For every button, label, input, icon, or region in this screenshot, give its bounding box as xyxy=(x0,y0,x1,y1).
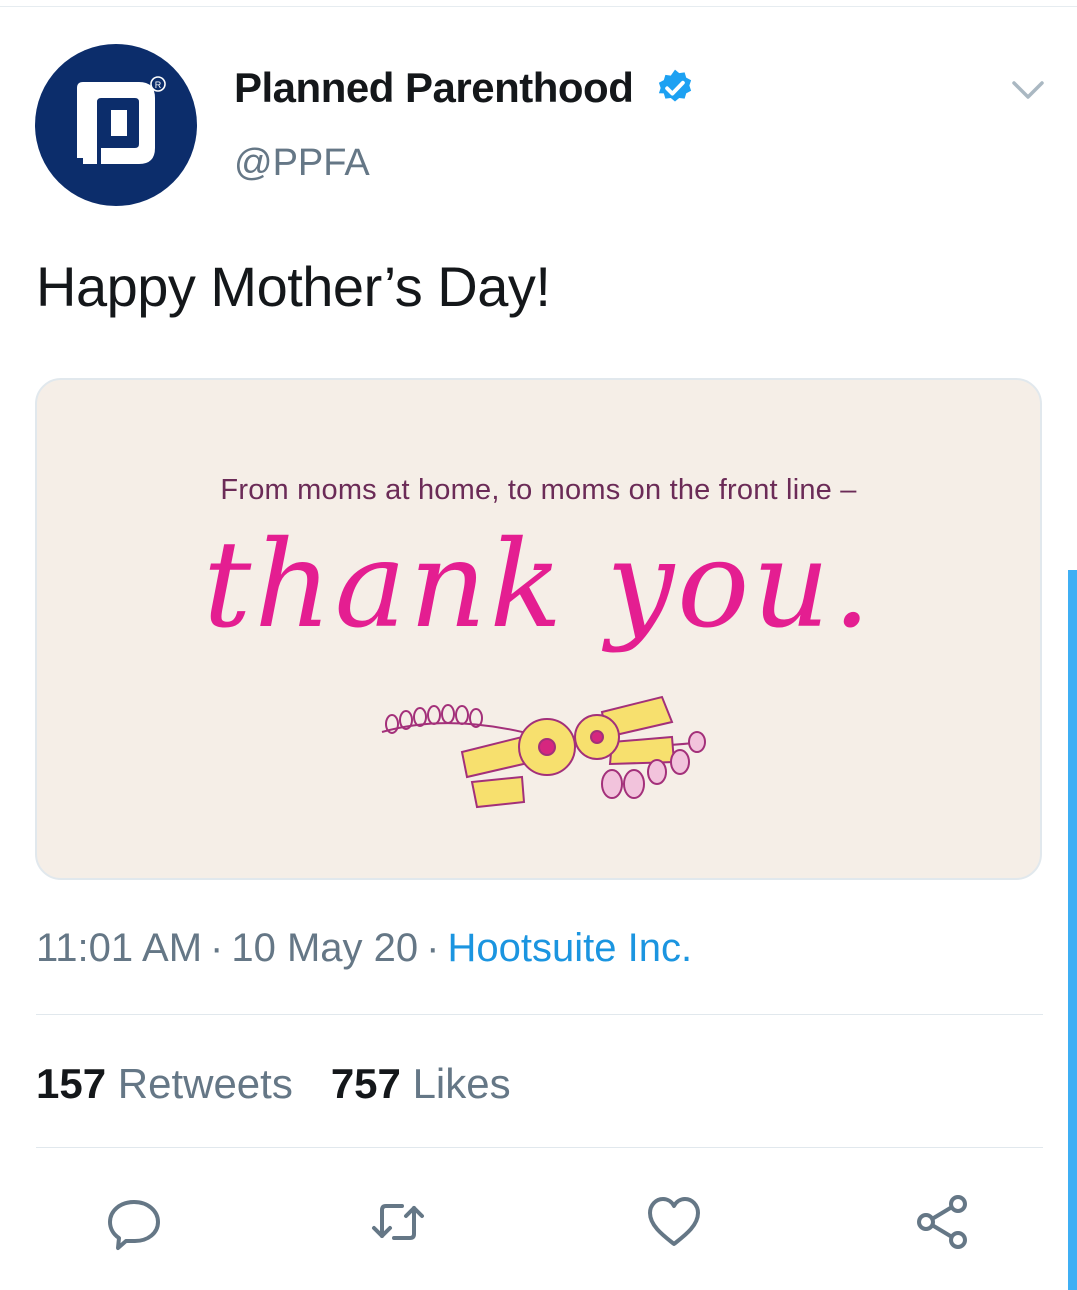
chevron-down-icon[interactable] xyxy=(1010,75,1046,103)
tweet-time[interactable]: 11:01 AM xyxy=(36,926,202,970)
reply-icon[interactable] xyxy=(104,1192,164,1252)
scrollbar[interactable] xyxy=(1068,570,1077,1290)
likes-label: Likes xyxy=(412,1060,511,1107)
tweet-meta: 11:01 AM · 10 May 20 · Hootsuite Inc. xyxy=(36,926,692,971)
top-divider xyxy=(0,6,1077,7)
like-icon[interactable] xyxy=(644,1192,704,1252)
tweet-source-link[interactable]: Hootsuite Inc. xyxy=(447,926,692,970)
media-headline: thank you. xyxy=(203,516,874,655)
retweets-stat[interactable]: 157 Retweets xyxy=(36,1060,293,1107)
likes-stat[interactable]: 757 Likes xyxy=(331,1060,511,1107)
divider xyxy=(36,1014,1043,1015)
likes-count: 757 xyxy=(330,1060,401,1107)
tweet-date[interactable]: 10 May 20 xyxy=(231,926,418,970)
display-name[interactable]: Planned Parenthood xyxy=(234,64,634,112)
svg-text:R: R xyxy=(155,80,162,90)
flower-garland-icon xyxy=(381,695,706,809)
retweets-label: Retweets xyxy=(117,1060,293,1107)
tweet-stats: 157 Retweets 757 Likes xyxy=(36,1060,511,1108)
divider xyxy=(36,1147,1043,1148)
retweet-icon[interactable] xyxy=(368,1192,428,1252)
account-handle[interactable]: @PPFA xyxy=(234,142,370,185)
media-caption: From moms at home, to moms on the front … xyxy=(220,474,857,506)
verified-badge-icon xyxy=(658,69,692,102)
avatar[interactable]: R xyxy=(35,44,197,206)
tweet-text: Happy Mother’s Day! xyxy=(36,255,551,318)
tweet-media-image[interactable]: From moms at home, to moms on the front … xyxy=(35,378,1042,880)
meta-separator: · xyxy=(210,926,224,970)
meta-separator: · xyxy=(426,926,440,970)
retweets-count: 157 xyxy=(36,1060,107,1107)
planned-parenthood-logo-icon: R xyxy=(77,76,166,164)
share-icon[interactable] xyxy=(912,1192,972,1252)
